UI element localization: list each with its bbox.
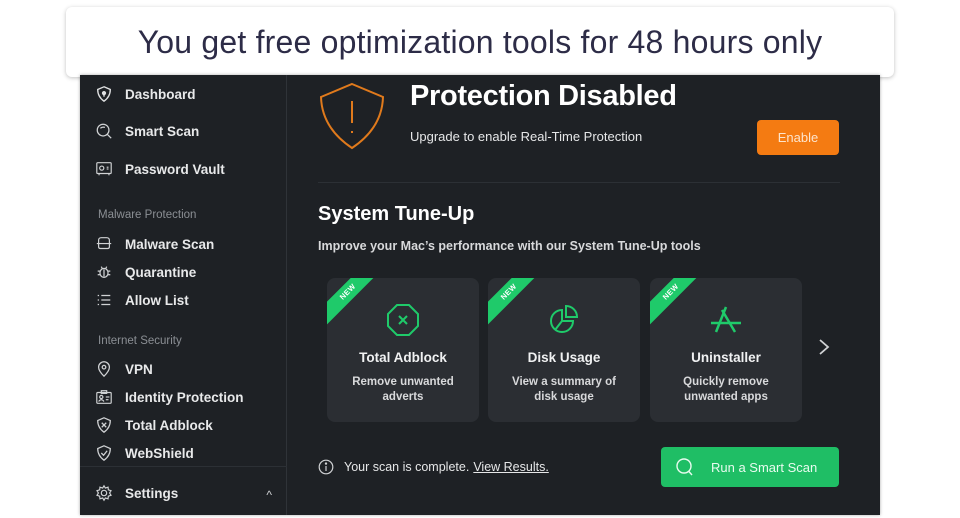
sidebar-item-label: Dashboard [125, 86, 196, 102]
tool-card-total-adblock[interactable]: NEW Total Adblock Remove unwanted advert… [327, 278, 479, 422]
id-card-icon [94, 387, 114, 407]
promo-banner: You get free optimization tools for 48 h… [66, 7, 894, 77]
sidebar-item-allow-list[interactable]: Allow List [94, 289, 189, 311]
sidebar-item-label: Password Vault [125, 161, 225, 177]
protection-title: Protection Disabled [410, 80, 677, 112]
tuneup-title: System Tune-Up [318, 203, 475, 225]
warning-shield-icon [319, 82, 385, 150]
scan-status-text: Your scan is complete. [344, 460, 470, 474]
sidebar-item-smart-scan[interactable]: Smart Scan [94, 120, 199, 142]
new-badge: NEW [488, 278, 546, 329]
tool-card-uninstaller[interactable]: NEW Uninstaller Quickly remove unwanted … [650, 278, 802, 422]
scan-status: Your scan is complete. View Results. [318, 459, 549, 475]
protection-subtitle: Upgrade to enable Real-Time Protection [410, 129, 643, 144]
shield-lock-icon [94, 84, 114, 104]
scanner-icon [94, 234, 114, 254]
search-icon [94, 121, 114, 141]
sidebar-item-label: Malware Scan [125, 236, 215, 252]
sidebar-item-label: Allow List [125, 292, 189, 308]
sidebar-item-label: Total Adblock [125, 417, 213, 433]
sidebar-item-dashboard[interactable]: Dashboard [94, 83, 196, 105]
sidebar-item-webshield[interactable]: WebShield [94, 442, 194, 464]
sidebar-item-label: Smart Scan [125, 123, 200, 139]
section-label-internet-security: Internet Security [98, 335, 182, 347]
sidebar-item-label: Identity Protection [125, 389, 244, 405]
shield-check-icon [94, 443, 114, 463]
sidebar-item-label: Quarantine [125, 264, 197, 280]
vault-icon [94, 159, 114, 179]
sidebar-item-password-vault[interactable]: Password Vault [94, 158, 225, 180]
sidebar-item-total-adblock[interactable]: Total Adblock [94, 414, 213, 436]
sidebar-item-identity-protection[interactable]: Identity Protection [94, 386, 244, 408]
promo-banner-text: You get free optimization tools for 48 h… [137, 23, 823, 60]
card-title: Uninstaller [691, 350, 761, 365]
card-title: Disk Usage [527, 350, 601, 365]
location-pin-icon [94, 359, 114, 379]
gear-icon [94, 483, 114, 503]
pie-chart-icon [550, 304, 579, 333]
sidebar-item-label: Settings [125, 485, 179, 501]
enable-button[interactable]: Enable [757, 120, 839, 155]
new-badge: NEW [650, 278, 708, 329]
tuneup-subtitle: Improve your Mac’s performance with our … [318, 239, 701, 253]
tool-card-disk-usage[interactable]: NEW Disk Usage View a summary of disk us… [488, 278, 640, 422]
sidebar-item-quarantine[interactable]: Quarantine [94, 261, 196, 283]
shield-x-icon [94, 415, 114, 435]
section-label-malware-protection: Malware Protection [98, 209, 197, 221]
sidebar-item-label: VPN [125, 361, 153, 377]
sidebar-divider [80, 466, 287, 467]
sidebar-item-malware-scan[interactable]: Malware Scan [94, 233, 214, 255]
info-icon [318, 459, 334, 475]
card-title: Total Adblock [359, 350, 447, 365]
search-icon [676, 458, 693, 476]
octagon-x-icon [387, 304, 419, 336]
app-store-icon [711, 306, 741, 333]
card-description: Quickly remove unwanted apps [683, 376, 769, 403]
bug-icon [94, 262, 114, 282]
card-description: Remove unwanted adverts [352, 376, 454, 403]
run-smart-scan-button[interactable]: Run a Smart Scan [661, 447, 839, 487]
sidebar-item-vpn[interactable]: VPN [94, 358, 153, 380]
chevron-right-icon[interactable] [817, 337, 831, 357]
card-description: View a summary of disk usage [512, 376, 616, 403]
sidebar: Dashboard Smart Scan Password Vault Malw… [80, 75, 287, 515]
main-content: Protection Disabled Upgrade to enable Re… [288, 75, 880, 515]
list-icon [94, 290, 114, 310]
chevron-up-icon[interactable]: ^ [266, 488, 272, 502]
section-divider [318, 182, 840, 183]
app-window: Dashboard Smart Scan Password Vault Malw… [80, 75, 880, 515]
sidebar-item-label: WebShield [125, 445, 194, 461]
sidebar-item-settings[interactable]: Settings [94, 482, 178, 504]
view-results-link[interactable]: View Results. [473, 460, 549, 474]
run-smart-scan-label: Run a Smart Scan [711, 459, 818, 475]
new-badge: NEW [327, 278, 385, 329]
